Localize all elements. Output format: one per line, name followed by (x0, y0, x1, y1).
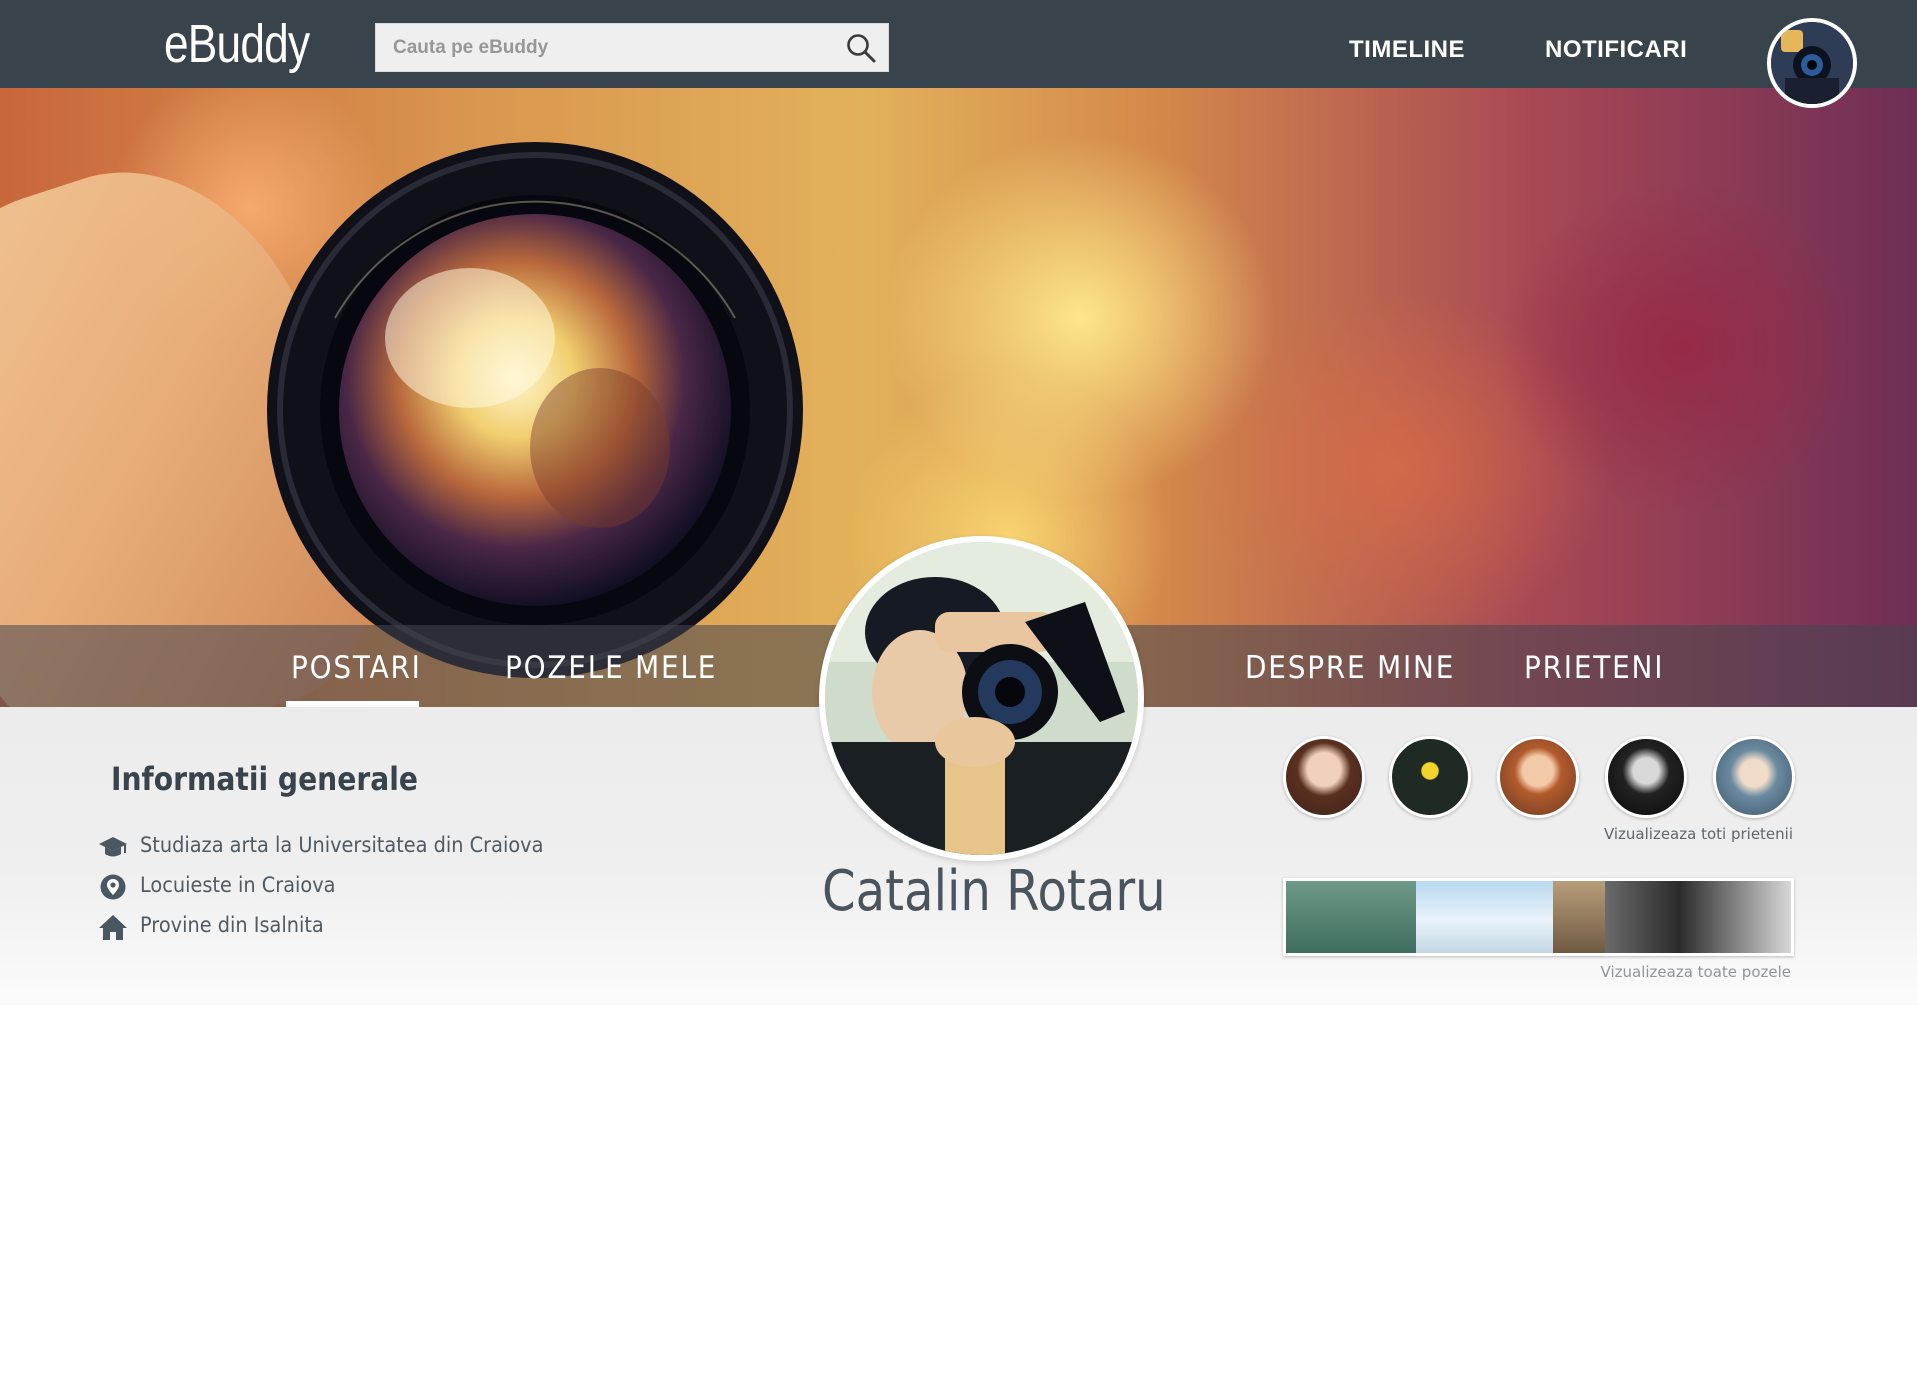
tab-postari[interactable]: POSTARI (291, 650, 422, 686)
location-pin-icon (100, 874, 126, 900)
friend-avatar[interactable] (1713, 736, 1795, 818)
nav-notificari-link[interactable]: NOTIFICARI (1545, 36, 1687, 64)
search-input[interactable] (376, 24, 816, 71)
active-tab-indicator (286, 701, 419, 707)
tab-pozele-mele[interactable]: POZELE MELE (505, 650, 717, 686)
user-avatar[interactable] (1767, 18, 1857, 108)
info-item-text: Locuieste in Craiova (140, 873, 336, 897)
photo-thumbnail[interactable] (1416, 881, 1553, 953)
profile-photo-image (825, 542, 1138, 855)
photo-thumbnail[interactable] (1286, 881, 1416, 953)
top-bar: eBuddy TIMELINE NOTIFICARI (0, 0, 1917, 88)
friend-avatar[interactable] (1389, 736, 1471, 818)
nav-timeline-link[interactable]: TIMELINE (1349, 36, 1465, 64)
photo-thumbnail[interactable] (1553, 881, 1605, 953)
tab-prieteni[interactable]: PRIETENI (1524, 650, 1664, 686)
profile-name: Catalin Rotaru (822, 859, 1166, 924)
view-all-photos-link[interactable]: Vizualizeaza toate pozele (1601, 963, 1791, 981)
info-item-text: Studiaza arta la Universitatea din Craio… (140, 833, 544, 857)
photo-thumbnail[interactable] (1605, 881, 1791, 953)
profile-photo[interactable] (819, 536, 1144, 861)
home-icon (99, 915, 127, 940)
friend-avatar[interactable] (1283, 736, 1365, 818)
friend-avatar[interactable] (1497, 736, 1579, 818)
view-all-friends-link[interactable]: Vizualizeaza toti prietenii (1604, 825, 1793, 843)
search-icon[interactable] (844, 31, 878, 65)
photos-strip (1283, 878, 1794, 956)
user-avatar-photo (1771, 22, 1853, 104)
tab-despre-mine[interactable]: DESPRE MINE (1245, 650, 1455, 686)
friend-avatar[interactable] (1605, 736, 1687, 818)
search-box (375, 23, 889, 72)
graduation-cap-icon (99, 837, 127, 857)
info-item-text: Provine din Isalnita (140, 913, 324, 937)
info-section-title: Informatii generale (111, 760, 418, 798)
ebuddy-logo[interactable]: eBuddy (164, 14, 310, 74)
